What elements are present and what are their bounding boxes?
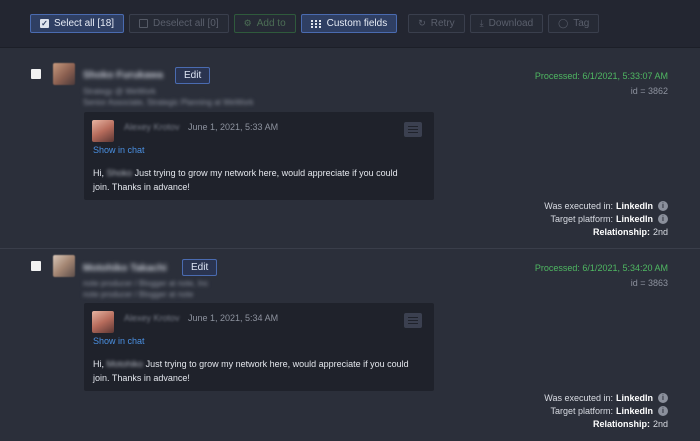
chat-bubble-icon[interactable] — [404, 122, 422, 137]
message-recipient: Shoko — [106, 168, 133, 178]
grid-icon — [310, 19, 322, 28]
contact-headline: note producer / Blogger at note — [83, 290, 194, 299]
contact-name[interactable]: Motohiko Takachi — [83, 263, 167, 274]
executed-label: Was executed in: — [544, 393, 613, 403]
record-divider — [0, 248, 700, 249]
download-icon: ⤓ — [479, 18, 484, 28]
custom-fields-label: Custom fields — [326, 18, 388, 29]
target-value: LinkedIn — [615, 406, 653, 416]
message-date: June 1, 2021, 5:33 AM — [188, 122, 279, 132]
target-value: LinkedIn — [615, 214, 653, 224]
message-text: Hi, Shoko Just trying to grow my network… — [93, 166, 413, 194]
relationship-line: Relationship: 2nd — [593, 227, 668, 237]
contact-company: note producer / Blogger at note, Inc — [83, 279, 209, 288]
executed-value: LinkedIn — [615, 201, 653, 211]
tag-label: Tag — [573, 18, 590, 29]
message-box: Alexey Krotov June 1, 2021, 5:34 AM Show… — [84, 303, 434, 391]
deselect-all-label: Deselect all [0] — [153, 18, 219, 29]
checkbox-empty-icon — [139, 19, 149, 28]
bulk-actions-toolbar: ✓ Select all [18] Deselect all [0] ⚙ Add… — [0, 0, 700, 48]
info-icon[interactable]: i — [658, 201, 668, 211]
contact-company: Strategy @ WeWork — [83, 87, 156, 96]
target-label: Target platform: — [550, 406, 613, 416]
avatar — [53, 255, 75, 277]
executed-in-line: Was executed in: LinkedIn i — [544, 393, 668, 403]
retry-button[interactable]: ↻ Retry — [408, 14, 465, 33]
record-checkbox[interactable] — [31, 69, 41, 79]
record-id: id = 3862 — [630, 86, 668, 96]
retry-label: Retry — [430, 18, 455, 29]
message-greeting: Hi, — [93, 168, 104, 178]
relationship-label: Relationship: — [592, 419, 650, 429]
add-to-label: Add to — [256, 18, 286, 29]
executed-in-line: Was executed in: LinkedIn i — [544, 201, 668, 211]
relationship-label: Relationship: — [592, 227, 650, 237]
add-to-button[interactable]: ⚙ Add to — [233, 14, 296, 33]
executed-value: LinkedIn — [615, 393, 653, 403]
processed-timestamp: Processed: 6/1/2021, 5:33:07 AM — [534, 71, 668, 81]
message-text: Hi, Motohiko Just trying to grow my netw… — [93, 357, 413, 385]
custom-fields-button[interactable]: Custom fields — [300, 14, 398, 33]
message-author: Alexey Krotov — [124, 122, 180, 132]
record-id: id = 3863 — [630, 278, 668, 288]
message-body: Just trying to grow my network here, wou… — [93, 168, 398, 192]
relationship-value: 2nd — [652, 419, 668, 429]
edit-button[interactable]: Edit — [175, 67, 211, 84]
target-platform-line: Target platform: LinkedIn i — [550, 214, 668, 224]
info-icon[interactable]: i — [658, 406, 668, 416]
record-checkbox[interactable] — [31, 261, 41, 271]
select-all-button[interactable]: ✓ Select all [18] — [30, 14, 125, 33]
deselect-all-button[interactable]: Deselect all [0] — [129, 14, 229, 33]
contact-name[interactable]: Shoko Furukawa — [83, 70, 163, 81]
download-button[interactable]: ⤓ Download — [469, 14, 544, 33]
avatar — [53, 63, 75, 85]
show-in-chat-link[interactable]: Show in chat — [93, 336, 145, 346]
retry-icon: ↻ — [418, 18, 426, 28]
edit-button[interactable]: Edit — [182, 259, 218, 276]
target-platform-line: Target platform: LinkedIn i — [550, 406, 668, 416]
info-icon[interactable]: i — [658, 214, 668, 224]
tag-icon: ◯ — [558, 18, 569, 28]
checkbox-checked-icon: ✓ — [40, 19, 49, 28]
message-author: Alexey Krotov — [124, 313, 180, 323]
relationship-line: Relationship: 2nd — [593, 419, 668, 429]
message-greeting: Hi, — [93, 359, 104, 369]
chat-bubble-icon[interactable] — [404, 313, 422, 328]
processed-timestamp: Processed: 6/1/2021, 5:34:20 AM — [534, 263, 668, 273]
target-label: Target platform: — [550, 214, 613, 224]
sender-avatar — [92, 311, 114, 333]
gear-icon: ⚙ — [243, 18, 252, 28]
show-in-chat-link[interactable]: Show in chat — [93, 145, 145, 155]
sender-avatar — [92, 120, 114, 142]
download-label: Download — [488, 18, 534, 29]
message-recipient: Motohiko — [106, 359, 144, 369]
message-box: Alexey Krotov June 1, 2021, 5:33 AM Show… — [84, 112, 434, 200]
relationship-value: 2nd — [652, 227, 668, 237]
select-all-label: Select all [18] — [54, 18, 115, 29]
executed-label: Was executed in: — [544, 201, 613, 211]
contact-headline: Senior Associate, Strategic Planning at … — [83, 98, 254, 107]
info-icon[interactable]: i — [658, 393, 668, 403]
message-date: June 1, 2021, 5:34 AM — [188, 313, 279, 323]
tag-button[interactable]: ◯ Tag — [548, 14, 600, 33]
